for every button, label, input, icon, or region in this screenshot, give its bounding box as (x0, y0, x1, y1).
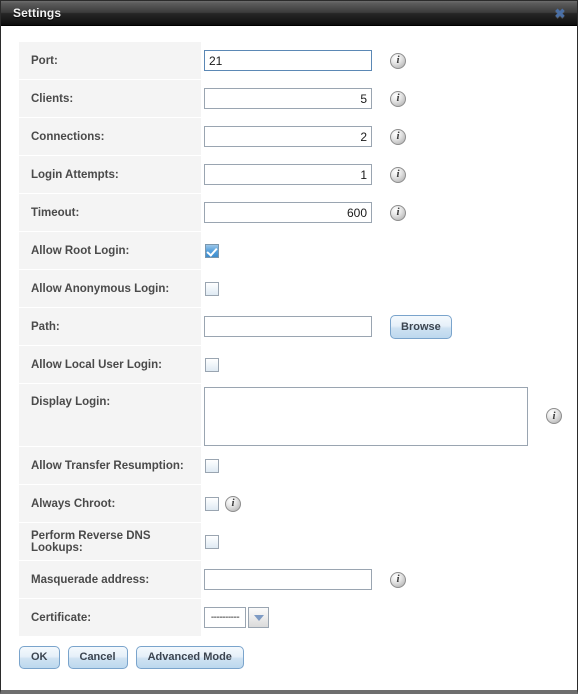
allow-root-login-checkbox[interactable] (205, 243, 219, 258)
field-allow-anonymous-login (201, 270, 565, 307)
row-masquerade-address: Masquerade address: i (19, 561, 565, 598)
cancel-button[interactable]: Cancel (67, 646, 128, 669)
label-allow-transfer-resumption: Allow Transfer Resumption: (19, 447, 201, 484)
label-allow-local-user-login: Allow Local User Login: (19, 346, 201, 383)
allow-transfer-resumption-checkbox[interactable] (205, 458, 219, 473)
certificate-select[interactable]: ---------- (204, 607, 269, 628)
allow-local-user-login-checkbox[interactable] (205, 357, 219, 372)
field-allow-root-login (201, 232, 565, 269)
label-clients: Clients: (19, 80, 201, 117)
label-certificate: Certificate: (19, 599, 201, 636)
masquerade-address-input[interactable] (204, 569, 372, 590)
clients-input[interactable] (204, 88, 372, 109)
field-certificate: ---------- (201, 599, 565, 636)
info-icon-port[interactable]: i (390, 52, 406, 69)
label-allow-anonymous-login: Allow Anonymous Login: (19, 270, 201, 307)
path-input[interactable] (204, 316, 372, 337)
field-always-chroot: i (201, 485, 565, 522)
chevron-down-icon[interactable] (248, 607, 269, 628)
field-allow-local-user-login (201, 346, 565, 383)
label-perform-reverse-dns-lookups: Perform Reverse DNS Lookups: (19, 523, 201, 560)
certificate-select-value: ---------- (204, 607, 246, 628)
field-timeout: i (201, 194, 565, 231)
row-port: Port: i (19, 42, 565, 79)
label-always-chroot: Always Chroot: (19, 485, 201, 522)
label-allow-root-login: Allow Root Login: (19, 232, 201, 269)
label-display-login: Display Login: (19, 384, 201, 446)
port-input[interactable] (204, 50, 372, 71)
display-login-textarea[interactable] (204, 387, 528, 446)
row-certificate: Certificate: ---------- (19, 599, 565, 636)
settings-dialog-window: Settings ✖ Port: i Clients: i (0, 0, 578, 694)
label-connections: Connections: (19, 118, 201, 155)
field-clients: i (201, 80, 565, 117)
field-perform-reverse-dns-lookups (201, 523, 565, 560)
label-login-attempts: Login Attempts: (19, 156, 201, 193)
timeout-input[interactable] (204, 202, 372, 223)
row-path: Path: Browse (19, 308, 565, 345)
row-clients: Clients: i (19, 80, 565, 117)
advanced-mode-button[interactable]: Advanced Mode (135, 646, 244, 669)
allow-anonymous-login-checkbox[interactable] (205, 281, 219, 296)
row-login-attempts: Login Attempts: i (19, 156, 565, 193)
title-bar: Settings ✖ (1, 1, 577, 26)
info-icon-timeout[interactable]: i (390, 204, 406, 221)
row-always-chroot: Always Chroot: i (19, 485, 565, 522)
ok-button[interactable]: OK (19, 646, 60, 669)
info-icon-always-chroot[interactable]: i (225, 495, 241, 512)
row-timeout: Timeout: i (19, 194, 565, 231)
close-icon[interactable]: ✖ (551, 5, 569, 21)
perform-reverse-dns-lookups-checkbox[interactable] (205, 534, 219, 549)
field-path: Browse (201, 308, 565, 345)
field-allow-transfer-resumption (201, 447, 565, 484)
info-icon-login-attempts[interactable]: i (390, 166, 406, 183)
row-allow-transfer-resumption: Allow Transfer Resumption: (19, 447, 565, 484)
label-masquerade-address: Masquerade address: (19, 561, 201, 598)
settings-form: Port: i Clients: i Connections: (1, 42, 577, 636)
info-icon-clients[interactable]: i (390, 90, 406, 107)
field-masquerade-address: i (201, 561, 565, 598)
field-login-attempts: i (201, 156, 565, 193)
info-icon-connections[interactable]: i (390, 128, 406, 145)
window-title: Settings (13, 6, 62, 20)
info-icon-display-login[interactable]: i (546, 408, 562, 424)
browse-button[interactable]: Browse (390, 314, 452, 339)
login-attempts-input[interactable] (204, 164, 372, 185)
row-perform-reverse-dns-lookups: Perform Reverse DNS Lookups: (19, 523, 565, 560)
row-allow-anonymous-login: Allow Anonymous Login: (19, 270, 565, 307)
dialog-body: Port: i Clients: i Connections: (1, 26, 577, 690)
field-display-login: i (201, 384, 565, 446)
row-allow-root-login: Allow Root Login: (19, 232, 565, 269)
row-display-login: Display Login: i (19, 384, 565, 446)
field-port: i (201, 42, 565, 79)
connections-input[interactable] (204, 126, 372, 147)
always-chroot-checkbox[interactable] (205, 496, 219, 511)
row-connections: Connections: i (19, 118, 565, 155)
label-timeout: Timeout: (19, 194, 201, 231)
field-connections: i (201, 118, 565, 155)
row-allow-local-user-login: Allow Local User Login: (19, 346, 565, 383)
label-port: Port: (19, 42, 201, 79)
info-icon-masquerade-address[interactable]: i (390, 571, 406, 588)
label-path: Path: (19, 308, 201, 345)
dialog-footer: OK Cancel Advanced Mode (1, 637, 577, 669)
